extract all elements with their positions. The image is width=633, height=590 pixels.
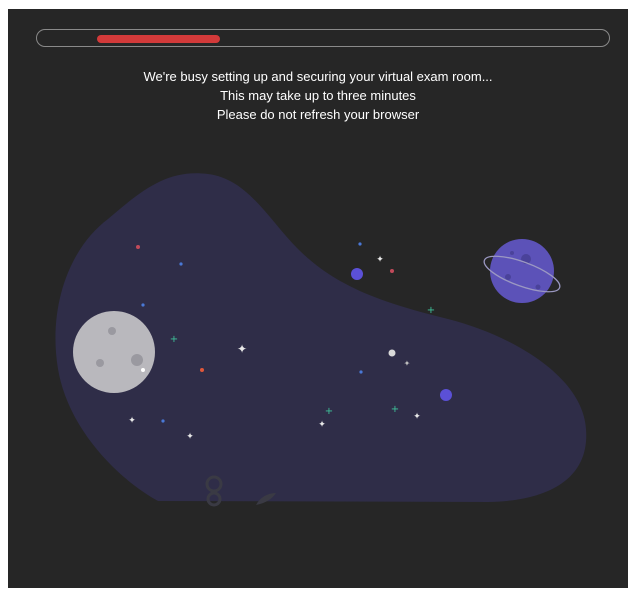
svg-text:✦: ✦ <box>376 255 384 265</box>
svg-text:✦: ✦ <box>237 342 247 356</box>
space-illustration: ✦ ✦ ✦ ✦ ✦ ✦ ✦ + + + + <box>55 173 587 507</box>
svg-text:✦: ✦ <box>318 420 326 430</box>
svg-text:✦: ✦ <box>128 416 136 426</box>
loading-screen: We're busy setting up and securing your … <box>8 9 628 588</box>
svg-text:+: + <box>391 404 399 415</box>
svg-text:✦: ✦ <box>186 432 194 442</box>
svg-text:+: + <box>325 406 333 417</box>
moon-icon <box>73 311 155 393</box>
planet-icon <box>483 239 561 303</box>
svg-text:✦: ✦ <box>404 359 411 368</box>
svg-text:+: + <box>427 305 435 316</box>
svg-text:+: + <box>170 334 178 345</box>
svg-text:✦: ✦ <box>413 412 421 422</box>
